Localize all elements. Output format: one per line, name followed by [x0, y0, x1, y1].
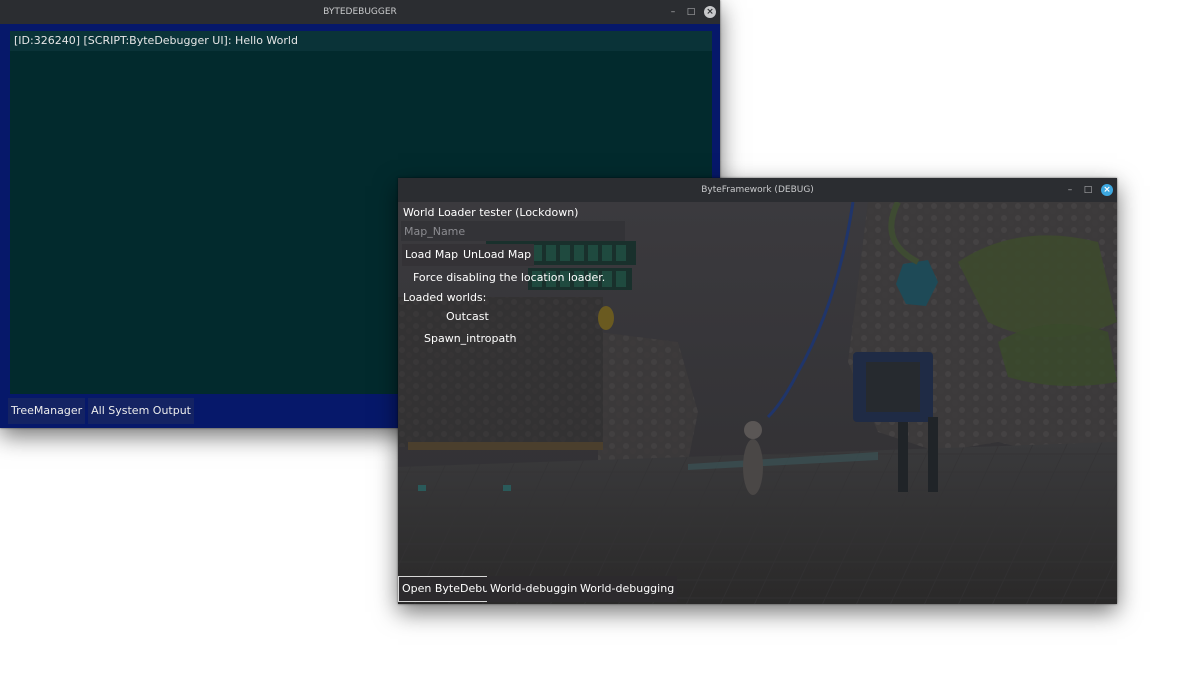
world-item-spawn-intropath[interactable]: Spawn_intropath: [424, 332, 517, 345]
maximize-icon[interactable]: □: [1083, 185, 1093, 195]
map-name-input[interactable]: [401, 221, 625, 241]
byteframework-titlebar[interactable]: ByteFramework (DEBUG) – □ ×: [398, 178, 1117, 202]
close-icon[interactable]: ×: [704, 6, 716, 18]
load-map-button[interactable]: Load Map: [402, 244, 462, 266]
world-debugging-button[interactable]: World-debugging: [487, 576, 588, 602]
unload-map-button[interactable]: UnLoad Map: [460, 244, 535, 266]
byteframework-window-controls: – □ ×: [1065, 178, 1113, 202]
open-bytedebug-button[interactable]: Open ByteDebug: [398, 576, 501, 602]
byteframework-window: ByteFramework (DEBUG) – □ × World Loader…: [398, 178, 1117, 604]
force-disable-label: Force disabling the location loader.: [413, 271, 606, 284]
bytedebugger-title: BYTEDEBUGGER: [323, 7, 397, 17]
world-loader-panel: World Loader tester (Lockdown) Load Map …: [398, 202, 1117, 604]
log-line: [ID:326240] [SCRIPT:ByteDebugger UI]: He…: [10, 31, 712, 51]
world-debugging-button-2[interactable]: World-debugging: [577, 576, 678, 602]
maximize-icon[interactable]: □: [686, 7, 696, 17]
bytedebugger-window-controls: – □ ×: [668, 0, 716, 24]
close-icon[interactable]: ×: [1101, 184, 1113, 196]
byteframework-title: ByteFramework (DEBUG): [701, 185, 814, 195]
force-disable-checkbox[interactable]: [401, 269, 411, 285]
tab-all-system-output[interactable]: All System Output: [88, 398, 194, 424]
panel-heading: World Loader tester (Lockdown): [403, 206, 579, 219]
minimize-icon[interactable]: –: [1065, 185, 1075, 195]
bytedebugger-titlebar[interactable]: BYTEDEBUGGER – □ ×: [0, 0, 720, 24]
tab-treemanager[interactable]: TreeManager: [8, 398, 86, 424]
world-item-outcast[interactable]: Outcast: [446, 310, 489, 323]
debugger-tab-bar: TreeManager All System Output: [8, 398, 194, 424]
loaded-worlds-label: Loaded worlds:: [403, 291, 487, 304]
minimize-icon[interactable]: –: [668, 7, 678, 17]
